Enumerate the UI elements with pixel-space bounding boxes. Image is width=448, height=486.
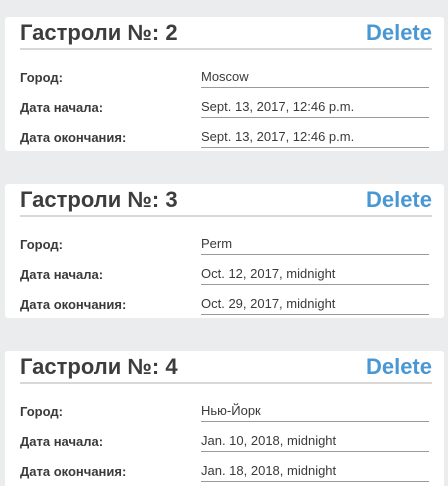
delete-button[interactable]: Delete <box>366 354 432 380</box>
start-date-value: Sept. 13, 2017, 12:46 p.m. <box>201 92 429 118</box>
end-date-label: Дата окончания: <box>20 297 127 312</box>
start-date-label: Дата начала: <box>20 100 104 115</box>
end-date-row: Дата окончания: Jan. 18, 2018, midnight <box>20 456 429 486</box>
delete-button[interactable]: Delete <box>366 187 432 213</box>
tour-card-header: Гастроли №: 3 Delete <box>20 184 432 217</box>
tour-list: Гастроли №: 2 Delete Город: Moscow Дата … <box>0 0 448 486</box>
end-date-value: Jan. 18, 2018, midnight <box>201 456 429 482</box>
end-date-label: Дата окончания: <box>20 130 127 145</box>
city-value: Нью-Йорк <box>201 396 429 422</box>
end-date-value: Oct. 29, 2017, midnight <box>201 289 429 315</box>
start-date-row: Дата начала: Oct. 12, 2017, midnight <box>20 259 429 289</box>
end-date-value: Sept. 13, 2017, 12:46 p.m. <box>201 122 429 148</box>
tour-title: Гастроли №: 4 <box>20 354 178 379</box>
city-row: Город: Perm <box>20 229 429 259</box>
city-label: Город: <box>20 70 63 85</box>
city-label: Город: <box>20 404 63 419</box>
city-value: Perm <box>201 229 429 255</box>
tour-card-header: Гастроли №: 4 Delete <box>20 351 432 384</box>
tour-card: Гастроли №: 2 Delete Город: Moscow Дата … <box>5 17 444 151</box>
city-value: Moscow <box>201 62 429 88</box>
start-date-label: Дата начала: <box>20 267 104 282</box>
start-date-value: Jan. 10, 2018, midnight <box>201 426 429 452</box>
tour-title: Гастроли №: 3 <box>20 187 178 212</box>
start-date-label: Дата начала: <box>20 434 104 449</box>
city-label: Город: <box>20 237 63 252</box>
tour-title: Гастроли №: 2 <box>20 20 178 45</box>
start-date-row: Дата начала: Sept. 13, 2017, 12:46 p.m. <box>20 92 429 122</box>
end-date-label: Дата окончания: <box>20 464 127 479</box>
city-row: Город: Moscow <box>20 62 429 92</box>
delete-button[interactable]: Delete <box>366 20 432 46</box>
start-date-value: Oct. 12, 2017, midnight <box>201 259 429 285</box>
tour-card: Гастроли №: 3 Delete Город: Perm Дата на… <box>5 184 444 318</box>
end-date-row: Дата окончания: Oct. 29, 2017, midnight <box>20 289 429 319</box>
end-date-row: Дата окончания: Sept. 13, 2017, 12:46 p.… <box>20 122 429 152</box>
tour-card-header: Гастроли №: 2 Delete <box>20 17 432 50</box>
city-row: Город: Нью-Йорк <box>20 396 429 426</box>
start-date-row: Дата начала: Jan. 10, 2018, midnight <box>20 426 429 456</box>
tour-card: Гастроли №: 4 Delete Город: Нью-Йорк Дат… <box>5 351 444 486</box>
